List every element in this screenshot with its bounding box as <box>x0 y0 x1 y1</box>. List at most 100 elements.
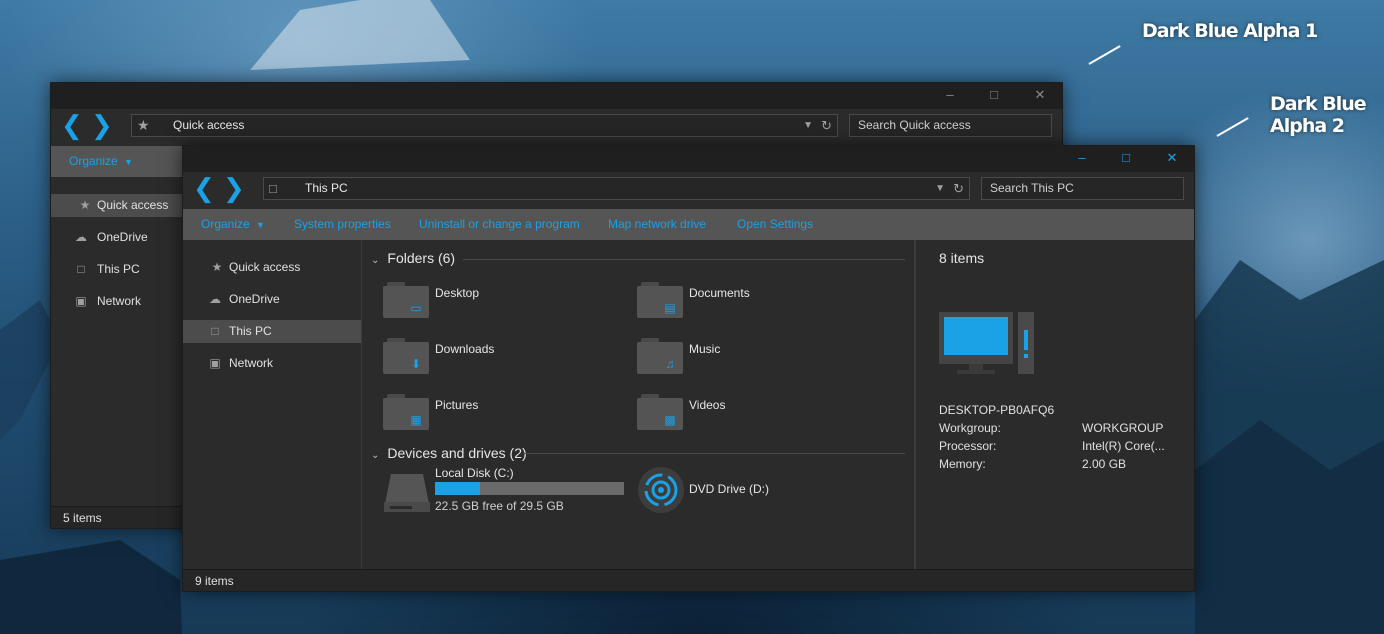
refresh-icon[interactable]: ↻ <box>953 178 964 199</box>
command-bar: Organize ▼ System properties Uninstall o… <box>183 209 1194 240</box>
memory-label: Memory: <box>939 457 986 471</box>
folder-icon: ▭ <box>383 282 429 318</box>
folders-section-header[interactable]: ⌄ Folders (6) <box>371 250 455 266</box>
nav-item-network[interactable]: ▣ Network <box>51 290 183 313</box>
section-divider <box>523 453 905 454</box>
nav-item-onedrive[interactable]: ☁ OneDrive <box>51 226 183 249</box>
drive-name: Local Disk (C:) <box>435 466 514 480</box>
folder-name: Documents <box>689 286 750 300</box>
picture-icon: ▦ <box>410 413 422 427</box>
status-bar: 5 items <box>51 506 183 528</box>
monitor-icon: □ <box>269 181 277 196</box>
nav-label: OneDrive <box>229 292 280 306</box>
content-pane: ⌄ Folders (6) ▭ Desktop ▤ Documents ⬇ Dow… <box>363 240 914 570</box>
nav-item-onedrive[interactable]: ☁ OneDrive <box>183 288 361 311</box>
nav-label: OneDrive <box>97 230 148 244</box>
computer-name: DESKTOP-PB0AFQ6 <box>939 403 1055 417</box>
uninstall-program-button[interactable]: Uninstall or change a program <box>419 209 580 240</box>
maximize-button[interactable]: □ <box>979 83 1009 109</box>
organize-label: Organize <box>69 154 118 168</box>
drive-name: DVD Drive (D:) <box>689 482 769 496</box>
folder-videos[interactable]: ▩ Videos <box>637 394 837 436</box>
minimize-button[interactable]: – <box>1067 146 1097 172</box>
refresh-icon[interactable]: ↻ <box>821 115 832 136</box>
explorer-window-this-pc[interactable]: – □ ✕ ❮ ❯ □ This PC ▼ ↻ Search This PC O… <box>182 145 1195 592</box>
music-note-icon: ♫ <box>665 357 675 371</box>
folder-name: Downloads <box>435 342 495 356</box>
back-arrow-icon[interactable]: ❮ <box>193 175 215 201</box>
address-text: Quick access <box>173 118 245 132</box>
folder-pictures[interactable]: ▦ Pictures <box>383 394 583 436</box>
folder-name: Videos <box>689 398 726 412</box>
folder-desktop[interactable]: ▭ Desktop <box>383 282 583 324</box>
title-bar[interactable]: – □ ✕ <box>51 83 1062 109</box>
nav-item-quick-access[interactable]: ★ Quick access <box>183 256 361 279</box>
search-input[interactable]: Search This PC <box>981 177 1184 200</box>
nav-item-network[interactable]: ▣ Network <box>183 352 361 375</box>
title-bar[interactable]: – □ ✕ <box>183 146 1194 172</box>
organize-label: Organize <box>201 217 250 231</box>
organize-button[interactable]: Organize ▼ <box>201 209 265 241</box>
drive-local-disk-c[interactable]: Local Disk (C:) 22.5 GB free of 29.5 GB <box>383 466 633 518</box>
nav-item-this-pc[interactable]: □ This PC <box>51 258 183 281</box>
network-icon: ▣ <box>209 356 221 370</box>
folder-documents[interactable]: ▤ Documents <box>637 282 837 324</box>
processor-value: Intel(R) Core(... <box>1082 439 1165 453</box>
nav-item-quick-access[interactable]: ★ Quick access <box>51 194 183 217</box>
nav-label: Network <box>97 294 142 308</box>
command-bar: Organize ▼ <box>51 146 183 177</box>
minimize-button[interactable]: – <box>935 83 965 109</box>
memory-value: 2.00 GB <box>1082 457 1127 471</box>
chevron-down-icon: ▼ <box>256 220 265 230</box>
nav-item-this-pc[interactable]: □ This PC <box>183 320 361 343</box>
star-icon: ★ <box>137 117 150 133</box>
map-network-drive-button[interactable]: Map network drive <box>608 209 706 240</box>
drive-usage-bar <box>435 482 624 495</box>
search-input[interactable]: Search Quick access <box>849 114 1052 137</box>
drives-section-header[interactable]: ⌄ Devices and drives (2) <box>371 445 527 461</box>
desktop-glyph-icon: ▭ <box>410 301 422 315</box>
network-icon: ▣ <box>75 294 87 308</box>
status-bar: 9 items <box>183 569 1194 591</box>
forward-arrow-icon[interactable]: ❯ <box>91 112 113 138</box>
hard-drive-icon <box>384 474 430 512</box>
folders-header-text: Folders (6) <box>387 250 456 266</box>
folder-downloads[interactable]: ⬇ Downloads <box>383 338 583 380</box>
workgroup-label: Workgroup: <box>939 421 1001 435</box>
drive-usage-fill <box>435 482 480 495</box>
maximize-button[interactable]: □ <box>1111 146 1141 172</box>
back-arrow-icon[interactable]: ❮ <box>61 112 83 138</box>
folder-music[interactable]: ♫ Music <box>637 338 837 380</box>
wallpaper-label-1: Dark Blue Alpha 1 <box>1142 20 1318 42</box>
collapse-chevron-icon: ⌄ <box>371 255 380 266</box>
folder-name: Desktop <box>435 286 480 300</box>
open-settings-button[interactable]: Open Settings <box>737 209 813 240</box>
chevron-down-icon[interactable]: ▼ <box>935 178 945 199</box>
nav-label: Quick access <box>97 198 169 212</box>
forward-arrow-icon[interactable]: ❯ <box>223 175 245 201</box>
nav-label: This PC <box>97 262 140 276</box>
chevron-down-icon[interactable]: ▼ <box>803 115 813 136</box>
collapse-chevron-icon: ⌄ <box>371 450 380 461</box>
label-pointer-2 <box>1216 117 1249 137</box>
address-bar[interactable]: ★ Quick access ▼ ↻ <box>131 114 838 137</box>
address-text: This PC <box>305 181 348 195</box>
folder-name: Pictures <box>435 398 479 412</box>
drive-free-space: 22.5 GB free of 29.5 GB <box>435 499 564 513</box>
workgroup-value: WORKGROUP <box>1082 421 1164 435</box>
cloud-icon: ☁ <box>75 230 87 244</box>
details-item-count: 8 items <box>939 250 985 266</box>
details-pane: 8 items DESKTOP-PB0AFQ6 Workgroup: WORKG… <box>914 240 1194 570</box>
computer-icon <box>939 312 1034 374</box>
drive-dvd-d[interactable]: DVD Drive (D:) <box>637 467 837 518</box>
close-button[interactable]: ✕ <box>1025 83 1055 109</box>
close-button[interactable]: ✕ <box>1157 146 1187 172</box>
organize-button[interactable]: Organize ▼ <box>69 146 133 178</box>
address-bar[interactable]: □ This PC ▼ ↻ <box>263 177 970 200</box>
system-properties-button[interactable]: System properties <box>294 209 391 240</box>
star-icon: ★ <box>79 198 91 212</box>
folder-icon: ▤ <box>637 282 683 318</box>
nav-label: This PC <box>229 324 272 338</box>
folder-name: Music <box>689 342 721 356</box>
document-glyph-icon: ▤ <box>664 301 676 315</box>
